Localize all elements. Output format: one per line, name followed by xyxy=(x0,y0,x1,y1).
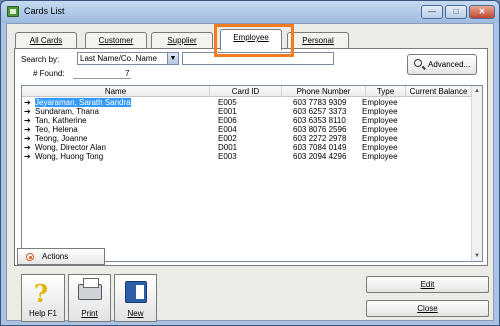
chevron-down-icon[interactable]: ▼ xyxy=(167,53,178,64)
column-header-balance[interactable]: Current Balance xyxy=(406,86,472,97)
tab-supplier[interactable]: Supplier xyxy=(151,32,213,49)
help-icon: ? xyxy=(34,279,49,308)
window-title: Cards List xyxy=(24,6,65,16)
column-header-name[interactable]: Name xyxy=(22,86,210,97)
found-label: # Found: xyxy=(33,69,65,78)
cards-panel: Search by: Last Name/Co. Name ▼ # Found:… xyxy=(14,48,488,266)
table-row[interactable]: ➔ Sundaram, Thana E001 603 6257 3373 Emp… xyxy=(22,107,472,116)
print-label: Print xyxy=(81,309,98,318)
new-card-icon xyxy=(125,281,147,303)
magnifier-icon xyxy=(414,59,422,67)
title-bar[interactable]: Cards List — □ ✕ xyxy=(1,1,499,23)
search-input[interactable] xyxy=(182,52,334,65)
app-icon xyxy=(7,6,19,17)
arrow-right-icon[interactable]: ➔ xyxy=(24,134,31,143)
arrow-right-icon[interactable]: ➔ xyxy=(24,98,31,107)
printer-icon xyxy=(78,278,102,300)
cards-table: Name Card ID Phone Number Type Current B… xyxy=(21,85,483,262)
tab-personal[interactable]: Personal xyxy=(287,32,349,49)
search-field-value: Last Name/Co. Name xyxy=(80,54,157,63)
table-row[interactable]: ➔ Wong, Director Alan D001 603 7084 0149… xyxy=(22,143,472,152)
table-row[interactable]: ➔ Jeyaraman, Sarath Sandra E005 603 7783… xyxy=(22,98,472,107)
arrow-right-icon[interactable]: ➔ xyxy=(24,152,31,161)
advanced-search-button[interactable]: Advanced... xyxy=(407,54,477,75)
actions-icon xyxy=(26,253,34,261)
actions-label: Actions xyxy=(42,252,69,261)
column-header-card-id[interactable]: Card ID xyxy=(210,86,282,97)
bottom-toolbar: ? Help F1 Print New xyxy=(21,274,158,322)
close-icon[interactable]: ✕ xyxy=(469,5,495,19)
cards-list-window: Cards List — □ ✕ All Cards Customer Supp… xyxy=(0,0,500,326)
maximize-icon[interactable]: □ xyxy=(445,5,467,19)
print-button[interactable]: Print xyxy=(68,274,111,322)
table-header: Name Card ID Phone Number Type Current B… xyxy=(22,86,472,97)
found-divider xyxy=(73,78,131,79)
arrow-right-icon[interactable]: ➔ xyxy=(24,143,31,152)
client-area: All Cards Customer Supplier Employee Per… xyxy=(6,23,494,322)
close-button[interactable]: Close xyxy=(366,300,489,317)
tab-all-cards[interactable]: All Cards xyxy=(15,32,77,49)
found-count: 7 xyxy=(125,69,130,78)
edit-button[interactable]: Edit xyxy=(366,276,489,293)
help-label: Help F1 xyxy=(28,309,57,318)
arrow-right-icon[interactable]: ➔ xyxy=(24,116,31,125)
table-row[interactable]: ➔ Teo, Helena E004 603 8076 2596 Employe… xyxy=(22,125,472,134)
search-field-select[interactable]: Last Name/Co. Name ▼ xyxy=(77,52,179,65)
help-button[interactable]: ? Help F1 xyxy=(21,274,65,322)
column-header-phone[interactable]: Phone Number xyxy=(282,86,366,97)
table-row[interactable]: ➔ Wong, Huong Tong E003 603 2094 4296 Em… xyxy=(22,152,472,161)
advanced-label: Advanced... xyxy=(428,60,471,69)
scroll-up-icon[interactable]: ▲ xyxy=(472,86,482,96)
arrow-right-icon[interactable]: ➔ xyxy=(24,107,31,116)
new-button[interactable]: New xyxy=(114,274,157,322)
new-label: New xyxy=(127,309,144,318)
tab-employee[interactable]: Employee xyxy=(220,29,282,50)
table-row[interactable]: ➔ Tan, Katherine E006 603 6353 8110 Empl… xyxy=(22,116,472,125)
scroll-down-icon[interactable]: ▼ xyxy=(472,251,482,261)
table-row[interactable]: ➔ Teong, Joanne E002 603 2272 2978 Emplo… xyxy=(22,134,472,143)
search-by-label: Search by: xyxy=(21,55,60,64)
actions-button[interactable]: Actions xyxy=(17,248,105,265)
tab-customer[interactable]: Customer xyxy=(85,32,147,49)
arrow-right-icon[interactable]: ➔ xyxy=(24,125,31,134)
vertical-scrollbar[interactable]: ▲ ▼ xyxy=(471,86,482,261)
minimize-icon[interactable]: — xyxy=(421,5,443,19)
column-header-type[interactable]: Type xyxy=(366,86,406,97)
